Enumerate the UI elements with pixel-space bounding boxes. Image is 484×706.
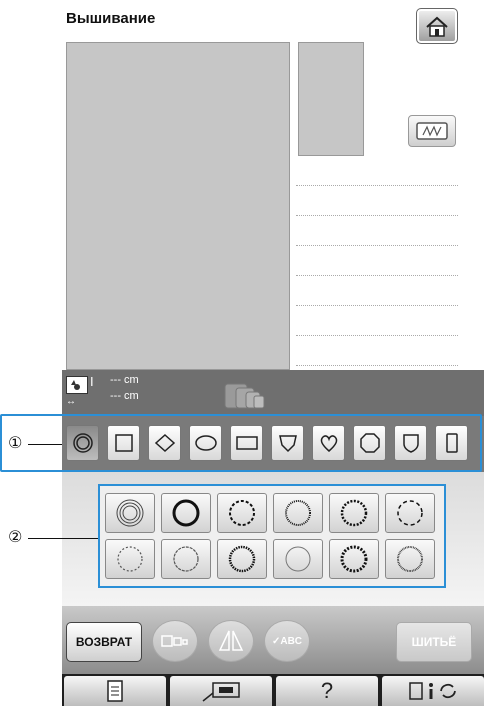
shape-oval-button[interactable] — [189, 425, 222, 461]
home-button[interactable] — [416, 8, 458, 44]
stitch-heavy-circle-icon — [340, 545, 368, 573]
pointed-shield-icon — [278, 435, 297, 453]
document-button[interactable] — [64, 676, 166, 706]
help-button[interactable]: ? — [276, 676, 378, 706]
stitch-button-10[interactable] — [273, 539, 323, 579]
stitch-thick-circle-icon — [172, 499, 200, 527]
stitch-dotted-circle-icon — [397, 500, 423, 526]
stitch-wavy-circle-icon — [173, 546, 199, 572]
mirror-button[interactable] — [208, 620, 254, 662]
width-value: --- cm — [110, 390, 139, 402]
page-title: Вышивание — [66, 10, 156, 27]
stitch-button-1[interactable] — [105, 493, 155, 533]
rectangle-icon — [235, 436, 258, 450]
hoop-icon — [416, 122, 448, 140]
shape-circle-button[interactable] — [66, 425, 99, 461]
frame-sizes-icon — [224, 383, 265, 409]
check-icon: ✓ — [271, 635, 281, 647]
stitch-satin-circle-icon — [397, 546, 423, 572]
stitch-bold-dashed-circle-icon — [228, 545, 256, 573]
heart-icon — [320, 435, 337, 452]
stitch-button-9[interactable] — [217, 539, 267, 579]
diamond-icon — [154, 433, 175, 453]
stitch-button-12[interactable] — [385, 539, 435, 579]
embroidery-preview — [66, 42, 290, 370]
callout-1-line — [28, 444, 62, 445]
stitch-fine-circle-icon — [117, 546, 143, 572]
square-icon — [114, 434, 133, 452]
mirror-icon — [218, 630, 244, 651]
stitch-button-2[interactable] — [161, 493, 211, 533]
callout-2: ② — [8, 527, 23, 546]
stitch-button-4[interactable] — [273, 493, 323, 533]
height-value: --- cm — [110, 374, 139, 386]
abc-check-button[interactable]: ✓ ABC — [264, 620, 310, 662]
stitch-button-7[interactable] — [105, 539, 155, 579]
embroidery-unit-icon — [202, 682, 240, 702]
shape-diamond-button[interactable] — [148, 425, 181, 461]
shape-shield-button[interactable] — [394, 425, 427, 461]
home-icon — [426, 16, 448, 37]
stitch-button-3[interactable] — [217, 493, 267, 533]
sew-button[interactable]: ШИТЬЁ — [396, 622, 472, 662]
shape-heart-button[interactable] — [312, 425, 345, 461]
back-button[interactable]: ВОЗВРАТ — [66, 622, 142, 662]
stitch-cross-circle-icon — [340, 499, 368, 527]
stitch-triple-circle-icon — [116, 499, 144, 527]
shield-icon — [402, 434, 419, 453]
circle-icon — [72, 433, 93, 453]
thread-info-list — [296, 156, 458, 368]
stitch-button-11[interactable] — [329, 539, 379, 579]
abc-label: ABC — [280, 635, 303, 647]
octagon-icon — [359, 433, 380, 453]
thumbnail-preview — [298, 42, 364, 156]
stitch-thin-circle-icon — [285, 546, 311, 572]
tall-rectangle-icon — [445, 433, 458, 453]
shape-tall-rectangle-button[interactable] — [435, 425, 468, 461]
hoop-display-button[interactable] — [408, 115, 456, 147]
stitch-zigzag-circle-icon — [285, 500, 311, 526]
shape-rectangle-button[interactable] — [230, 425, 263, 461]
frame-layout-icon — [161, 635, 188, 647]
stitch-dashed-circle-icon — [229, 500, 255, 526]
stitch-button-5[interactable] — [329, 493, 379, 533]
settings-button[interactable] — [382, 676, 484, 706]
embroidery-unit-button[interactable] — [170, 676, 272, 706]
settings-icon — [409, 682, 456, 700]
oval-icon — [194, 435, 217, 451]
shape-square-button[interactable] — [107, 425, 140, 461]
callout-1: ① — [8, 433, 23, 452]
shape-octagon-button[interactable] — [353, 425, 386, 461]
stitch-button-6[interactable] — [385, 493, 435, 533]
stitch-button-8[interactable] — [161, 539, 211, 579]
shape-pointed-shield-button[interactable] — [271, 425, 304, 461]
frame-layout-button[interactable] — [152, 620, 198, 662]
status-bar: I ↔ --- cm --- cm — [62, 370, 484, 416]
document-icon — [107, 680, 123, 702]
size-icon — [66, 376, 88, 394]
callout-2-line — [28, 538, 98, 539]
